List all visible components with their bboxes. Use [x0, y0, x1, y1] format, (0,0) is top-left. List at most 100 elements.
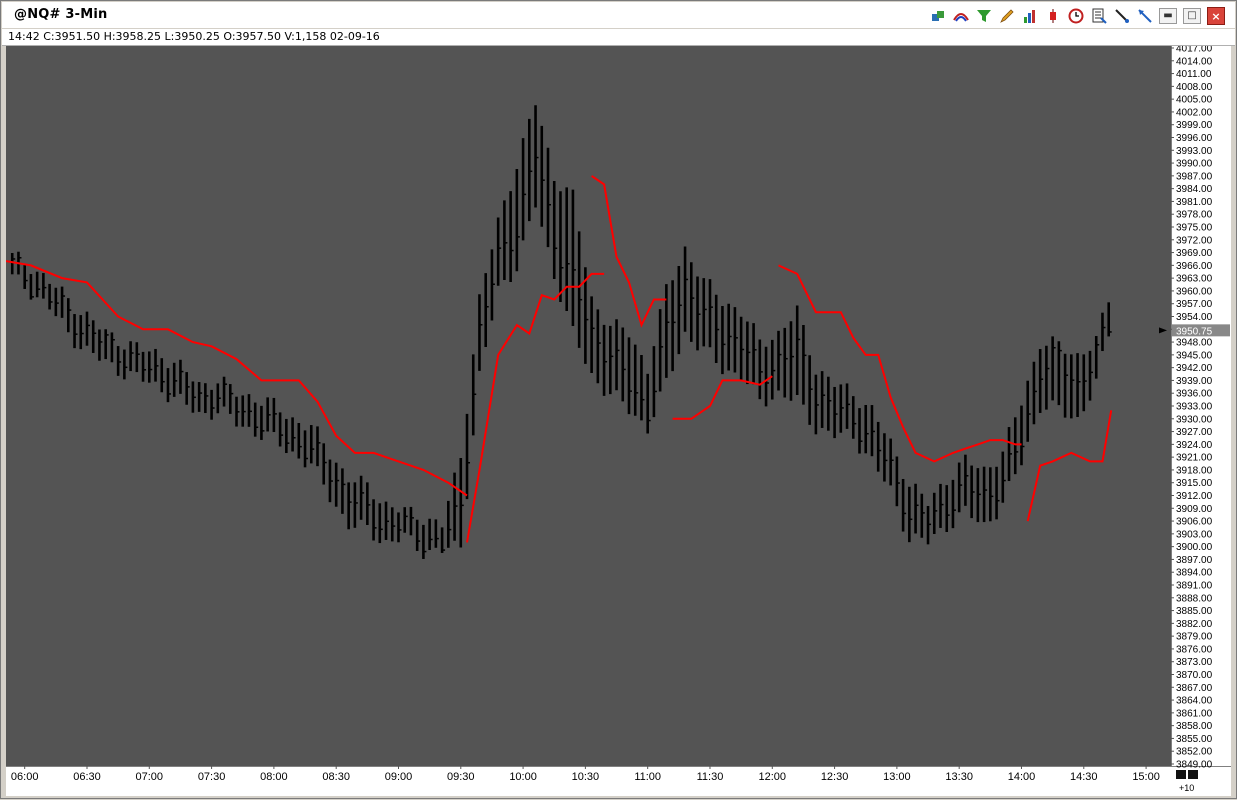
y-tick-label: 3969.00	[1176, 248, 1213, 259]
indicators-icon[interactable]	[952, 8, 969, 25]
y-tick-label: 3912.00	[1176, 491, 1213, 502]
trendline-icon[interactable]	[1113, 8, 1130, 25]
y-tick-label: 4011.00	[1176, 69, 1212, 80]
title-bar[interactable]: @NQ# 3-Min ▬ □ ×	[2, 2, 1235, 28]
time-axis	[6, 766, 1231, 796]
y-tick-label: 3963.00	[1176, 274, 1213, 285]
quote-text: 14:42 C:3951.50 H:3958.25 L:3950.25 O:39…	[8, 30, 380, 43]
chart-window: @NQ# 3-Min ▬ □ × 14:42 C:3951.50 H:3958.…	[0, 0, 1237, 799]
data-window-icon[interactable]	[1090, 8, 1107, 25]
y-tick-label: 3972.00	[1176, 235, 1213, 246]
plot-area	[6, 46, 1171, 766]
y-tick-label: 3996.00	[1176, 133, 1213, 144]
x-tick-label: 09:00	[385, 771, 413, 783]
y-tick-label: 3981.00	[1176, 197, 1213, 208]
y-tick-label: 3975.00	[1176, 223, 1213, 234]
x-tick-label: 10:30	[572, 771, 600, 783]
y-tick-label: 3867.00	[1176, 683, 1213, 694]
y-tick-label: 3990.00	[1176, 159, 1213, 170]
x-tick-label: 07:00	[136, 771, 164, 783]
y-tick-label: 3984.00	[1176, 184, 1213, 195]
y-tick-label: 3960.00	[1176, 286, 1213, 297]
y-tick-label: 3954.00	[1176, 312, 1213, 323]
y-tick-label: 3861.00	[1176, 708, 1213, 719]
y-tick-label: 3915.00	[1176, 478, 1213, 489]
arrow-tool-icon[interactable]	[1136, 8, 1153, 25]
y-tick-label: 3930.00	[1176, 414, 1213, 425]
y-tick-label: 3978.00	[1176, 210, 1213, 221]
y-tick-label: 3873.00	[1176, 657, 1213, 668]
x-tick-label: 09:30	[447, 771, 475, 783]
y-tick-label: 4008.00	[1176, 82, 1213, 93]
x-tick-label: 13:00	[883, 771, 911, 783]
y-tick-label: 3894.00	[1176, 568, 1213, 579]
last-price-label: 3950.75	[1176, 326, 1213, 337]
y-tick-label: 3999.00	[1176, 120, 1213, 131]
y-tick-label: 4014.00	[1176, 56, 1213, 67]
x-tick-label: 15:00	[1132, 771, 1160, 783]
y-tick-label: 3939.00	[1176, 376, 1213, 387]
x-tick-label: 14:00	[1008, 771, 1036, 783]
window-title: @NQ# 3-Min	[14, 7, 108, 22]
y-tick-label: 3870.00	[1176, 670, 1213, 681]
y-tick-label: 3876.00	[1176, 644, 1213, 655]
y-tick-label: 3897.00	[1176, 555, 1213, 566]
price-chart[interactable]: 3849.00 3852.00 3855.00 3858.00 3861.00 3864.…	[5, 44, 1231, 796]
drawing-objects-icon[interactable]	[929, 8, 946, 25]
clock-icon[interactable]	[1067, 8, 1084, 25]
quote-volume: V:1,158	[284, 30, 327, 43]
y-tick-label: 3966.00	[1176, 261, 1213, 272]
quote-line: 14:42 C:3951.50 H:3958.25 L:3950.25 O:39…	[2, 29, 1235, 46]
y-tick-label: 3945.00	[1176, 350, 1213, 361]
pencil-icon[interactable]	[998, 8, 1015, 25]
y-tick-label: 3903.00	[1176, 529, 1213, 540]
y-tick-label: 3993.00	[1176, 146, 1213, 157]
x-tick-label: 06:30	[73, 771, 101, 783]
y-tick-label: 3885.00	[1176, 606, 1213, 617]
bar-chart-icon[interactable]	[1021, 8, 1038, 25]
x-tick-label: 13:30	[945, 771, 973, 783]
minimize-button[interactable]: ▬	[1159, 8, 1177, 24]
x-tick-label: 11:00	[634, 771, 661, 783]
quote-close: C:3951.50	[43, 30, 101, 43]
y-tick-label: 3891.00	[1176, 581, 1213, 592]
y-tick-label: 3948.00	[1176, 338, 1213, 349]
y-tick-label: 3927.00	[1176, 427, 1213, 438]
x-tick-label: 12:30	[821, 771, 849, 783]
y-tick-label: 3942.00	[1176, 363, 1213, 374]
y-tick-label: 3888.00	[1176, 593, 1213, 604]
y-tick-label: 3933.00	[1176, 402, 1213, 413]
x-tick-label: 08:30	[322, 771, 350, 783]
x-tick-label: 11:30	[697, 771, 724, 783]
y-tick-label: 3906.00	[1176, 517, 1213, 528]
quote-high: H:3958.25	[103, 30, 162, 43]
y-tick-label: 3858.00	[1176, 721, 1213, 732]
y-tick-label: 3849.00	[1176, 760, 1213, 771]
candlestick-icon[interactable]	[1044, 8, 1061, 25]
corner-box-right	[1188, 770, 1198, 779]
y-tick-label: 4005.00	[1176, 95, 1213, 106]
quote-low: L:3950.25	[164, 30, 220, 43]
x-tick-label: 14:30	[1070, 771, 1098, 783]
y-tick-label: 3924.00	[1176, 440, 1213, 451]
quote-date: 02-09-16	[329, 30, 380, 43]
restore-button[interactable]: □	[1183, 8, 1201, 24]
x-tick-label: 10:00	[509, 771, 537, 783]
y-tick-label: 3900.00	[1176, 542, 1213, 553]
close-button[interactable]: ×	[1207, 7, 1225, 25]
x-tick-label: 08:00	[260, 771, 288, 783]
y-tick-label: 3936.00	[1176, 389, 1213, 400]
y-tick-label: 4002.00	[1176, 107, 1213, 118]
y-tick-label: 3855.00	[1176, 734, 1213, 745]
y-tick-label: 3957.00	[1176, 299, 1213, 310]
quote-time: 14:42	[8, 30, 40, 43]
price-chart-svg[interactable]: 3849.00 3852.00 3855.00 3858.00 3861.003864.…	[5, 44, 1231, 796]
y-tick-label: 3879.00	[1176, 632, 1213, 643]
y-tick-label: 4017.00	[1176, 46, 1213, 55]
filter-icon[interactable]	[975, 8, 992, 25]
corner-scale-label: +10	[1179, 783, 1194, 793]
quote-open: O:3957.50	[223, 30, 282, 43]
corner-box-left	[1176, 770, 1186, 779]
y-tick-label: 3909.00	[1176, 504, 1213, 515]
x-tick-label: 07:30	[198, 771, 226, 783]
